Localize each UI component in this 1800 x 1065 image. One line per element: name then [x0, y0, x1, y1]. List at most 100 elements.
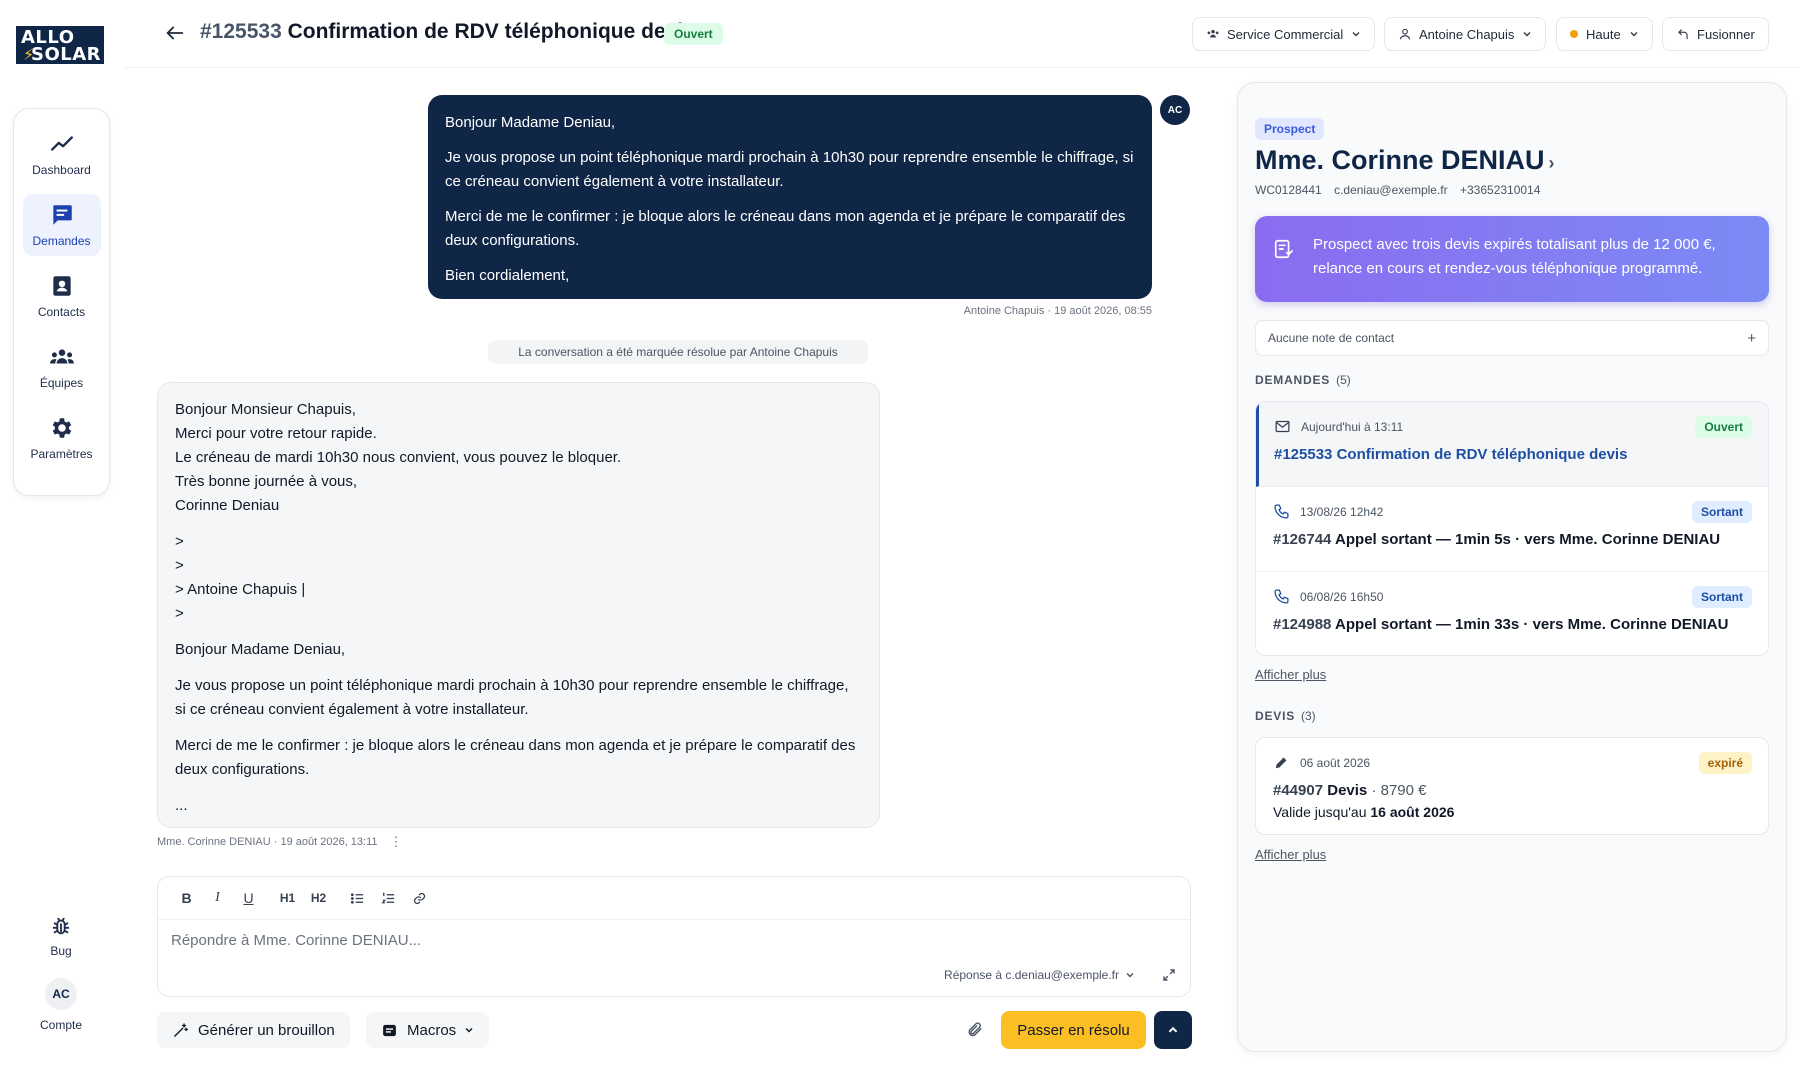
contact-name-link[interactable]: Mme. Corinne DENIAU ›: [1255, 145, 1555, 176]
merge-button[interactable]: Fusionner: [1662, 17, 1769, 51]
sidebar-item-contacts[interactable]: Contacts: [23, 265, 101, 327]
list-item[interactable]: 06 août 2026 expiré #44907 Devis · 8790 …: [1256, 738, 1768, 834]
show-more-demandes-link[interactable]: Afficher plus: [1255, 667, 1326, 682]
allo-solar-logo[interactable]: ALLO ⚡ SOLAR: [16, 26, 104, 64]
generate-draft-label: Générer un brouillon: [198, 1021, 335, 1039]
more-vertical-icon[interactable]: ⋮: [390, 834, 403, 850]
sidebar-item-demandes[interactable]: Demandes: [22, 194, 101, 256]
macro-icon: [383, 1024, 396, 1036]
message-line: Très bonne journée à vous,: [175, 473, 358, 490]
page-title: #125533 Confirmation de RDV téléphonique…: [200, 20, 695, 44]
phone-icon: [1274, 504, 1289, 519]
bullet-list-button[interactable]: [342, 885, 373, 911]
item-number: #44907: [1273, 782, 1324, 799]
macros-dropdown[interactable]: Macros: [366, 1012, 490, 1048]
paperclip-icon[interactable]: [966, 1021, 983, 1038]
message-line: Merci pour votre retour rapide.: [175, 425, 377, 442]
list-item[interactable]: Aujourd'hui à 13:11 Ouvert #125533 Confi…: [1256, 402, 1768, 487]
section-label: DEVIS: [1255, 709, 1296, 723]
reply-to-label: Réponse à c.deniau@exemple.fr: [944, 968, 1119, 982]
chevron-right-icon: ›: [1548, 153, 1555, 173]
gear-icon: [52, 418, 71, 438]
contact-email: c.deniau@exemple.fr: [1334, 183, 1448, 197]
demandes-section-title: DEMANDES (5): [1255, 373, 1351, 387]
chevron-up-icon: [1168, 1026, 1178, 1033]
valid-date: 16 août 2026: [1370, 804, 1455, 820]
section-label: DEMANDES: [1255, 373, 1331, 387]
macros-label: Macros: [407, 1021, 457, 1039]
item-title: Appel sortant — 1min 5s · vers Mme. Cori…: [1335, 531, 1721, 548]
logo-line-2: SOLAR: [31, 44, 102, 65]
back-arrow-icon[interactable]: [164, 22, 186, 44]
status-badge: Ouvert: [1695, 416, 1752, 438]
note-placeholder: Aucune note de contact: [1268, 331, 1395, 345]
status-badge: Ouvert: [664, 23, 723, 45]
reply-to-dropdown[interactable]: Réponse à c.deniau@exemple.fr: [944, 968, 1135, 982]
sidebar-nav: Dashboard Demandes Contacts Équipes Para…: [13, 108, 110, 496]
assignee-dropdown[interactable]: Antoine Chapuis: [1384, 17, 1547, 51]
valid-prefix: Valide jusqu'au: [1273, 804, 1367, 820]
contact-card-icon: [52, 276, 71, 296]
message-meta-row: Mme. Corinne DENIAU · 19 août 2026, 13:1…: [157, 834, 403, 850]
sidebar-item-dashboard[interactable]: Dashboard: [23, 123, 101, 185]
underline-button[interactable]: U: [233, 885, 264, 911]
sidebar-item-equipes[interactable]: Équipes: [23, 336, 101, 398]
status-badge: Sortant: [1692, 501, 1752, 523]
priority-dropdown[interactable]: Haute: [1556, 17, 1653, 51]
bug-icon: [52, 917, 70, 935]
message-paragraph: Je vous propose un point téléphonique ma…: [445, 149, 1134, 190]
link-button[interactable]: [404, 885, 435, 911]
item-date: 06 août 2026: [1300, 755, 1371, 770]
h1-button[interactable]: H1: [272, 885, 303, 911]
sidebar-item-label: Contacts: [37, 305, 86, 319]
avatar: AC: [1160, 95, 1190, 125]
send-options-button[interactable]: [1154, 1011, 1192, 1049]
sidebar-item-bug[interactable]: Bug: [22, 915, 100, 958]
expand-icon[interactable]: [1162, 968, 1176, 982]
quote-line: >: [175, 557, 184, 574]
message-greeting: Bonjour Madame Deniau,: [445, 114, 616, 131]
bullet-list-icon: [350, 892, 364, 904]
item-number: #126744: [1273, 531, 1332, 548]
sidebar-item-label: Demandes: [32, 234, 91, 248]
ai-summary: Prospect avec trois devis expirés totali…: [1255, 216, 1769, 302]
status-badge: expiré: [1698, 752, 1752, 774]
list-item[interactable]: 13/08/26 12h42 Sortant #126744 Appel sor…: [1256, 487, 1768, 572]
h2-button[interactable]: H2: [303, 885, 334, 911]
sidebar-item-account[interactable]: AC Compte: [22, 978, 100, 1032]
quoted-greeting: Bonjour Madame Deniau,: [175, 641, 346, 658]
assignee-label: Antoine Chapuis: [1419, 26, 1515, 42]
priority-dot: [1570, 30, 1578, 38]
numbered-list-button[interactable]: [373, 885, 404, 911]
item-number: #125533: [1274, 446, 1333, 463]
resolve-button[interactable]: Passer en résolu: [1001, 1011, 1146, 1049]
section-count: (3): [1301, 709, 1316, 723]
formatting-toolbar: B I U H1 H2: [158, 877, 1190, 920]
item-title: Devis: [1327, 782, 1368, 799]
contact-note[interactable]: Aucune note de contact +: [1255, 320, 1769, 356]
priority-label: Haute: [1586, 26, 1621, 42]
sidebar-item-label: Dashboard: [32, 163, 91, 177]
list-item[interactable]: 06/08/26 16h50 Sortant #124988 Appel sor…: [1256, 572, 1768, 655]
bug-label: Bug: [50, 944, 72, 958]
show-more-devis-link[interactable]: Afficher plus: [1255, 847, 1326, 862]
generate-draft-button[interactable]: Générer un brouillon: [157, 1012, 350, 1048]
reply-input[interactable]: [171, 932, 871, 949]
add-note-icon[interactable]: +: [1747, 330, 1756, 347]
quoted-paragraph: Merci de me le confirmer : je bloque alo…: [175, 737, 856, 778]
numbered-list-icon: [381, 892, 395, 903]
team-icon: [1207, 29, 1219, 38]
pencil-icon: [1275, 757, 1287, 769]
bold-button[interactable]: B: [171, 885, 202, 911]
section-count: (5): [1336, 373, 1351, 387]
item-amount: · 8790 €: [1371, 782, 1427, 799]
message-closing: Bien cordialement,: [445, 267, 570, 284]
merge-label: Fusionner: [1697, 26, 1755, 42]
user-icon: [1399, 28, 1411, 40]
system-message: La conversation a été marquée résolue pa…: [488, 340, 868, 364]
sidebar-item-parametres[interactable]: Paramètres: [23, 407, 101, 469]
merge-icon: [1678, 29, 1688, 40]
team-dropdown[interactable]: Service Commercial: [1192, 17, 1376, 51]
italic-button[interactable]: I: [202, 885, 233, 911]
mail-icon: [1275, 420, 1290, 433]
